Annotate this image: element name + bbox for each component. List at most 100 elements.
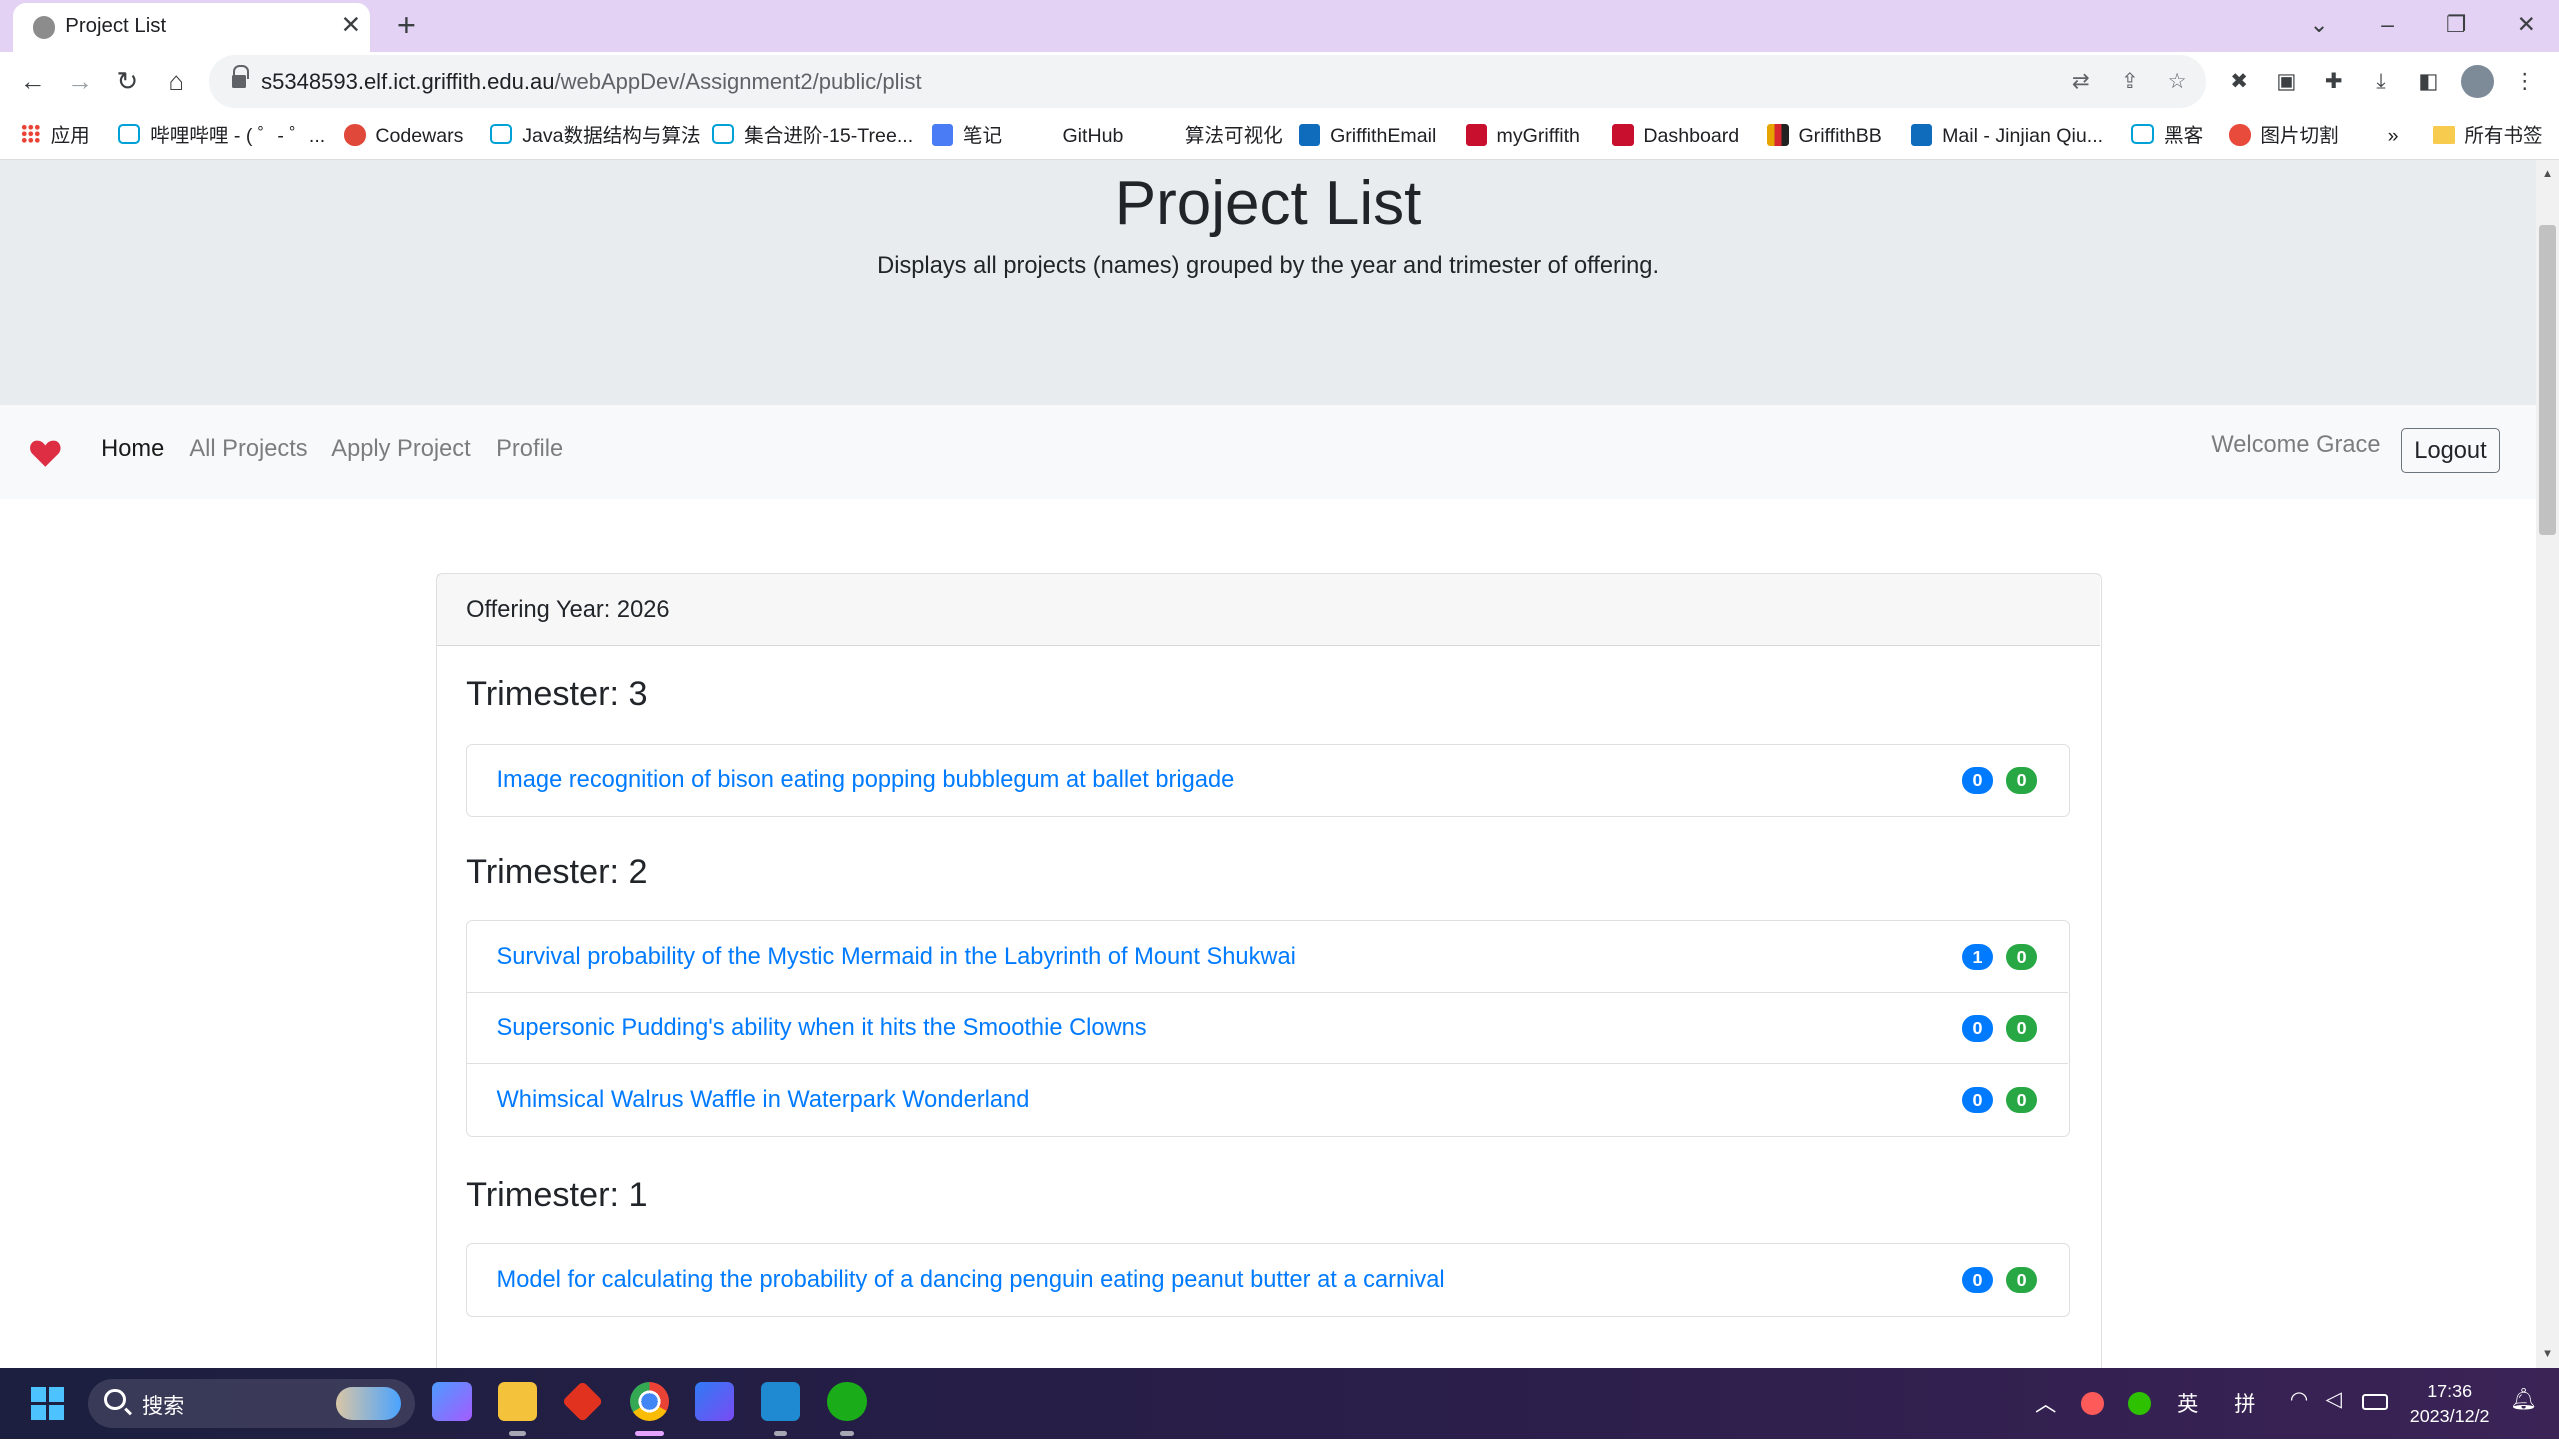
browser-tabstrip: Project List ✕ + ⌄ – ❐ ✕	[0, 0, 2559, 53]
minimize-window-icon[interactable]: –	[2370, 7, 2406, 43]
notes-app-icon[interactable]	[695, 1382, 735, 1422]
downloads-icon[interactable]: ⤓	[2366, 67, 2395, 96]
home-icon[interactable]: ⌂	[157, 62, 196, 101]
scroll-up-arrow-icon[interactable]: ▲	[2536, 163, 2559, 186]
volume-icon[interactable]: ◁	[2326, 1387, 2342, 1412]
bilibili-icon	[711, 124, 735, 145]
more-bookmarks-chevron[interactable]: »	[2388, 122, 2399, 151]
scrollbar-thumb[interactable]	[2539, 225, 2556, 536]
menu-kebab-icon[interactable]: ⋮	[2510, 67, 2539, 96]
jumbotron: Project List Displays all projects (name…	[0, 159, 2537, 405]
windows-start-icon[interactable]	[31, 1387, 64, 1420]
heart-logo-icon[interactable]	[29, 439, 62, 468]
trimester-heading: Trimester: 3	[466, 675, 648, 713]
nav-apply-project[interactable]: Apply Project	[331, 436, 470, 463]
lock-icon[interactable]	[231, 65, 249, 90]
apps-grid-icon	[21, 124, 41, 145]
taskbar-clock[interactable]: 17:36 2023/12/2	[2399, 1379, 2500, 1428]
image-cut-icon	[2229, 124, 2251, 146]
bookmark-mygriffith[interactable]: myGriffith	[1465, 122, 1580, 151]
file-explorer-icon[interactable]	[497, 1382, 537, 1422]
site-navbar: Home All Projects Apply Project Profile …	[0, 404, 2537, 500]
nav-home[interactable]: Home	[101, 436, 164, 463]
accepted-count-badge: 0	[2006, 1015, 2038, 1042]
all-bookmarks[interactable]: 所有书签	[2433, 122, 2543, 151]
notification-bell-icon[interactable]: 🔔︎	[2510, 1387, 2537, 1412]
tab-search-chevron-icon[interactable]: ⌄	[2301, 7, 2337, 43]
chrome-icon[interactable]	[629, 1382, 670, 1422]
bookmark-image-cut[interactable]: 图片切割	[2229, 122, 2339, 151]
bookmark-algo-vis[interactable]: 算法可视化	[1185, 122, 1283, 151]
new-tab-icon[interactable]: +	[388, 6, 424, 43]
accepted-count-badge: 0	[2006, 943, 2038, 970]
bookmark-star-icon[interactable]: ☆	[2162, 67, 2191, 96]
bookmark-dashboard[interactable]: Dashboard	[1612, 122, 1739, 151]
list-item: Supersonic Pudding's ability when it hit…	[467, 993, 2069, 1065]
bookmark-griffithbb[interactable]: GriffithBB	[1767, 122, 1882, 151]
browser-toolbar: ← → ↻ ⌂ s5348593.elf.ict.griffith.edu.au…	[0, 52, 2559, 111]
side-panel-icon[interactable]: ◧	[2414, 67, 2443, 96]
running-indicator	[509, 1431, 526, 1437]
note-icon	[931, 124, 954, 146]
wifi-icon[interactable]: ◠	[2290, 1387, 2309, 1412]
list-item: Survival probability of the Mystic Merma…	[467, 921, 2069, 993]
browser-tab-active[interactable]: Project List ✕	[13, 3, 371, 53]
battery-icon[interactable]	[2361, 1393, 2388, 1411]
close-window-icon[interactable]: ✕	[2508, 7, 2544, 43]
taskbar-search[interactable]: 搜索	[88, 1379, 415, 1428]
project-link[interactable]: Survival probability of the Mystic Merma…	[496, 944, 1295, 971]
trimester-heading: Trimester: 1	[466, 1176, 648, 1215]
project-link[interactable]: Supersonic Pudding's ability when it hit…	[496, 1015, 1146, 1042]
extensions-puzzle-icon[interactable]: ✚	[2319, 67, 2348, 96]
red-diamond-app-icon[interactable]	[561, 1381, 604, 1423]
ime-mode[interactable]: 拼	[2234, 1387, 2255, 1418]
close-tab-icon[interactable]: ✕	[336, 11, 365, 40]
bilibili-icon	[489, 124, 513, 145]
bookmark-github[interactable]: GitHub	[1062, 122, 1123, 151]
tray-app-icon[interactable]	[2080, 1392, 2104, 1415]
picture-in-picture-icon[interactable]: ▣	[2272, 67, 2301, 96]
applications-count-badge: 0	[1962, 1015, 1994, 1042]
share-icon[interactable]: ⇪	[2115, 67, 2144, 96]
nav-profile[interactable]: Profile	[496, 436, 563, 463]
bilibili-icon	[117, 124, 141, 145]
tab-title: Project List	[65, 14, 167, 37]
list-item: Whimsical Walrus Waffle in Waterpark Won…	[467, 1064, 2068, 1136]
bookmark-griffith-email[interactable]: GriffithEmail	[1299, 122, 1436, 151]
trimester-heading: Trimester: 2	[466, 852, 648, 891]
project-link[interactable]: Whimsical Walrus Waffle in Waterpark Won…	[496, 1087, 1029, 1114]
bookmark-codewars[interactable]: Codewars	[344, 122, 463, 151]
accepted-count-badge: 0	[2006, 1266, 2038, 1293]
list-item: Image recognition of bison eating poppin…	[467, 745, 2068, 817]
list-item: Model for calculating the probability of…	[467, 1244, 2068, 1316]
back-arrow-icon[interactable]: ←	[13, 62, 52, 101]
bookmark-hacker[interactable]: 黑客	[2131, 122, 2203, 151]
restore-window-icon[interactable]: ❐	[2438, 7, 2474, 43]
copilot-app-icon[interactable]	[432, 1382, 472, 1422]
extension-x-icon[interactable]: ✖	[2224, 67, 2253, 96]
translate-icon[interactable]: ⇄	[2066, 67, 2095, 96]
forward-arrow-icon[interactable]: →	[60, 62, 99, 101]
profile-avatar[interactable]	[2461, 65, 2494, 98]
bookmark-bilibili[interactable]: 哔哩哔哩 - ( ゜- ゜...	[117, 122, 325, 151]
bookmark-mail[interactable]: Mail - Jinjian Qiu...	[1911, 122, 2103, 151]
ime-language[interactable]: 英	[2177, 1387, 2198, 1418]
logout-button[interactable]: Logout	[2400, 427, 2501, 474]
bookmark-notes[interactable]: 笔记	[931, 122, 1002, 151]
bookmark-collection[interactable]: 集合进阶-15-Tree...	[711, 122, 913, 151]
wechat-tray-icon[interactable]	[2128, 1392, 2151, 1415]
tray-overflow-chevron-icon[interactable]: ︿	[2035, 1387, 2056, 1418]
url-text[interactable]: s5348593.elf.ict.griffith.edu.au/webAppD…	[261, 69, 921, 95]
project-link[interactable]: Model for calculating the probability of…	[496, 1267, 1444, 1294]
reload-icon[interactable]: ↻	[108, 62, 147, 101]
bookmark-java-ds[interactable]: Java数据结构与算法	[489, 122, 701, 151]
scroll-down-arrow-icon[interactable]: ▼	[2536, 1343, 2559, 1366]
nav-all-projects[interactable]: All Projects	[189, 436, 307, 463]
address-bar[interactable]: s5348593.elf.ict.griffith.edu.au/webAppD…	[208, 55, 2207, 108]
wechat-icon[interactable]	[827, 1382, 867, 1422]
project-link[interactable]: Image recognition of bison eating poppin…	[496, 767, 1234, 794]
vscode-icon[interactable]	[760, 1382, 800, 1422]
applications-count-badge: 0	[1962, 1266, 1994, 1293]
bookmark-apps[interactable]: 应用	[21, 122, 90, 151]
accepted-count-badge: 0	[2006, 767, 2038, 794]
